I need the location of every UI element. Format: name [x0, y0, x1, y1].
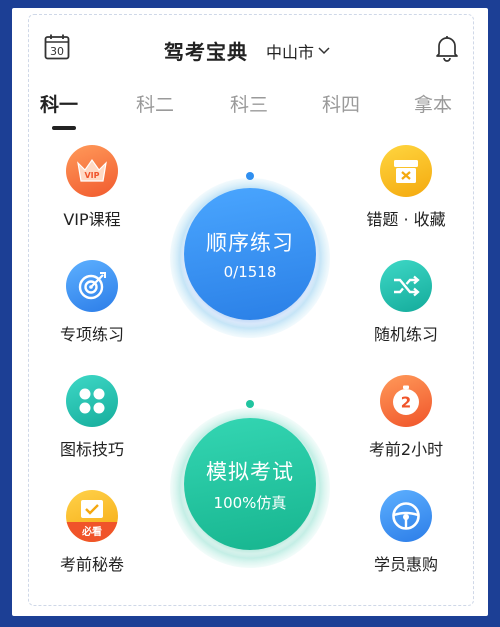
- active-tab-indicator: [52, 126, 76, 130]
- mock-exam-title: 模拟考试: [206, 459, 294, 484]
- mock-exam-button[interactable]: 模拟考试 100%仿真: [184, 418, 316, 550]
- app-title: 驾考宝典: [164, 40, 248, 64]
- icon-tips-label: 图标技巧: [59, 440, 124, 459]
- pre-exam-paper-label: 考前秘卷: [59, 555, 124, 574]
- grid-dots-icon: [66, 375, 118, 427]
- mock-exam-indicator-dot: [246, 400, 254, 408]
- tab-subject-2[interactable]: 科二: [136, 90, 174, 117]
- special-practice-item[interactable]: 专项练习: [37, 260, 147, 345]
- random-practice-item[interactable]: 随机练习: [351, 260, 461, 345]
- calendar-day: 30: [50, 45, 64, 58]
- svg-text:VIP: VIP: [84, 171, 99, 180]
- exam-paper-icon: 必看: [66, 490, 118, 542]
- tab-get-license[interactable]: 拿本: [414, 90, 452, 117]
- sequential-practice-progress: 0/1518: [223, 263, 277, 281]
- two-hours-before-item[interactable]: 2 考前2小时: [351, 375, 461, 460]
- mock-exam-subtitle: 100%仿真: [213, 493, 287, 512]
- subject-tabs: 科一 科二 科三 科四 拿本: [32, 90, 468, 140]
- chevron-down-icon: [318, 47, 330, 55]
- tab-subject-4[interactable]: 科四: [322, 90, 360, 117]
- wrong-questions-favorites-item[interactable]: 错题 · 收藏: [351, 145, 461, 230]
- app-screen: 30 驾考宝典 中山市 科一 科二 科三 科四 拿本 VIP VIP课程 专项练…: [32, 20, 468, 600]
- tab-subject-3[interactable]: 科三: [230, 90, 268, 117]
- city-selector[interactable]: 中山市: [266, 39, 330, 63]
- svg-text:2: 2: [401, 394, 411, 412]
- box-icon: [380, 145, 432, 197]
- steering-wheel-icon: [380, 490, 432, 542]
- vip-course-label: VIP课程: [63, 210, 121, 229]
- random-practice-label: 随机练习: [373, 325, 438, 344]
- calendar-icon[interactable]: 30: [44, 34, 70, 60]
- sequential-indicator-dot: [246, 172, 254, 180]
- student-discount-label: 学员惠购: [373, 555, 438, 574]
- target-icon: [66, 260, 118, 312]
- wrong-questions-favorites-label: 错题 · 收藏: [366, 210, 446, 229]
- svg-text:必看: 必看: [81, 525, 102, 538]
- tab-subject-1[interactable]: 科一: [40, 90, 78, 117]
- two-hours-before-label: 考前2小时: [368, 440, 444, 459]
- vip-crown-icon: VIP: [66, 145, 118, 197]
- pre-exam-paper-item[interactable]: 必看 考前秘卷: [37, 490, 147, 575]
- city-name: 中山市: [266, 43, 315, 62]
- vip-course-item[interactable]: VIP VIP课程: [37, 145, 147, 230]
- shuffle-icon: [380, 260, 432, 312]
- icon-tips-item[interactable]: 图标技巧: [37, 375, 147, 460]
- header: 30 驾考宝典 中山市: [32, 20, 468, 76]
- student-discount-item[interactable]: 学员惠购: [351, 490, 461, 575]
- sequential-practice-button[interactable]: 顺序练习 0/1518: [184, 188, 316, 320]
- bell-icon[interactable]: [434, 34, 460, 62]
- special-practice-label: 专项练习: [59, 325, 124, 344]
- timer-icon: 2: [380, 375, 432, 427]
- sequential-practice-title: 顺序练习: [206, 231, 294, 255]
